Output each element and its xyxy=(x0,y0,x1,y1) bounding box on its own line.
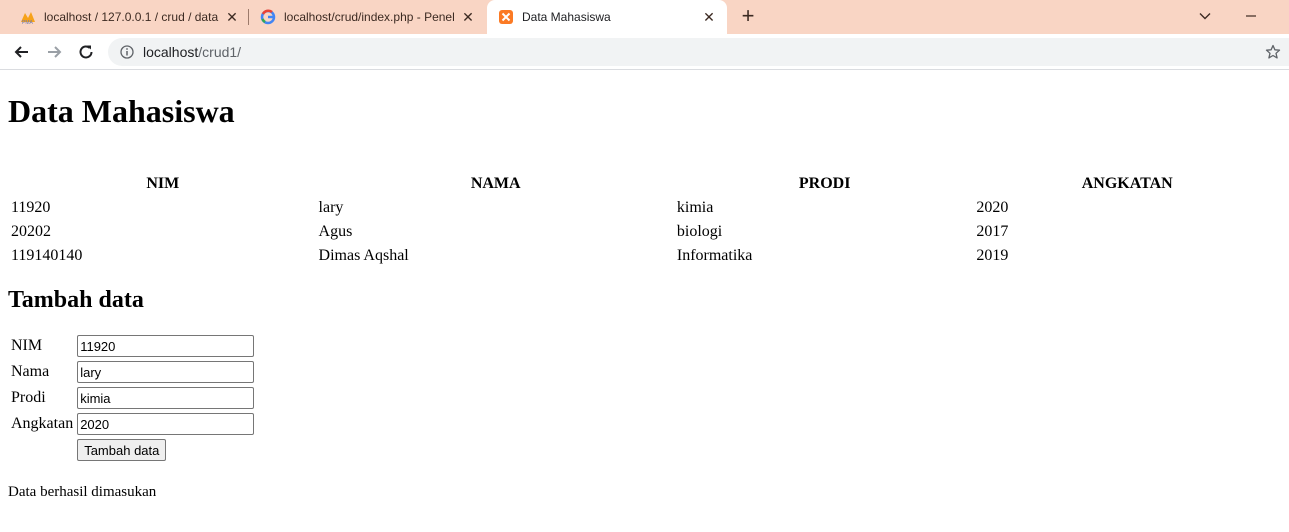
label-nim: NIM xyxy=(11,337,43,354)
column-header-angkatan: ANGKATAN xyxy=(1081,175,1173,192)
close-icon[interactable]: ✕ xyxy=(701,9,717,25)
address-bar[interactable]: localhost/crud1/ xyxy=(108,38,1289,66)
nim-input[interactable] xyxy=(77,335,255,357)
phpmyadmin-icon: PMA xyxy=(20,9,36,25)
tab-title: Data Mahasiswa xyxy=(522,10,611,24)
cell-angkatan: 2017 xyxy=(976,223,1009,240)
info-icon[interactable] xyxy=(119,44,135,60)
cell-nim: 119140140 xyxy=(11,247,83,264)
prodi-input[interactable] xyxy=(77,387,255,409)
tab-phpmyadmin[interactable]: PMA localhost / 127.0.0.1 / crud / data … xyxy=(14,0,246,34)
svg-text:PMA: PMA xyxy=(22,20,34,25)
url-host: localhost xyxy=(143,44,199,60)
cell-nim: 11920 xyxy=(11,199,51,216)
forward-arrow-icon[interactable] xyxy=(42,40,66,64)
label-prodi: Prodi xyxy=(11,389,46,406)
angkatan-input[interactable] xyxy=(77,413,255,435)
google-icon xyxy=(260,9,276,25)
mahasiswa-table: NIM NAMA PRODI ANGKATAN 11920 lary kimia… xyxy=(8,171,1281,269)
cell-nim: 20202 xyxy=(11,223,51,240)
tab-title: localhost / 127.0.0.1 / crud / data xyxy=(44,10,219,24)
nama-input[interactable] xyxy=(77,361,255,383)
reload-icon[interactable] xyxy=(74,40,98,64)
cell-prodi: biologi xyxy=(676,223,723,240)
cell-prodi: Informatika xyxy=(676,247,753,264)
column-header-nama: NAMA xyxy=(470,175,521,192)
cell-nama: Dimas Aqshal xyxy=(318,247,409,264)
tab-strip: PMA localhost / 127.0.0.1 / crud / data … xyxy=(0,0,1289,34)
table-header-row: NIM NAMA PRODI ANGKATAN xyxy=(10,173,1279,195)
label-nama: Nama xyxy=(11,363,50,380)
add-data-form: NIM Nama Prodi Angkatan Tambah data xyxy=(8,332,1281,464)
close-icon[interactable]: ✕ xyxy=(460,9,476,25)
tambah-data-button[interactable]: Tambah data xyxy=(77,439,167,461)
back-arrow-icon[interactable] xyxy=(10,40,34,64)
chevron-down-icon[interactable] xyxy=(1195,6,1215,26)
cell-nama: Agus xyxy=(318,223,353,240)
cell-nama: lary xyxy=(318,199,344,216)
tab-title: localhost/crud/index.php - Penel xyxy=(284,10,455,24)
table-row: 119140140 Dimas Aqshal Informatika 2019 xyxy=(10,245,1279,267)
status-message: Data berhasil dimasukan xyxy=(8,484,157,500)
bookmark-star-icon[interactable] xyxy=(1265,44,1281,60)
column-header-nim: NIM xyxy=(146,175,180,192)
new-tab-plus-icon[interactable]: + xyxy=(738,5,758,27)
form-title: Tambah data xyxy=(8,287,144,313)
label-angkatan: Angkatan xyxy=(11,415,74,432)
cell-angkatan: 2020 xyxy=(976,199,1009,216)
xampp-icon xyxy=(498,9,514,25)
form-layout: NIM Nama Prodi Angkatan Tambah data xyxy=(8,332,257,464)
url-path: /crud1/ xyxy=(198,44,242,60)
page-title: Data Mahasiswa xyxy=(8,93,235,129)
cell-angkatan: 2019 xyxy=(976,247,1009,264)
cell-prodi: kimia xyxy=(676,199,714,216)
tab-crud-index[interactable]: localhost/crud/index.php - Penel ✕ xyxy=(252,0,484,34)
browser-toolbar: localhost/crud1/ xyxy=(0,34,1289,70)
minimize-icon[interactable] xyxy=(1241,6,1261,26)
tab-separator xyxy=(248,9,249,25)
table-row: 20202 Agus biologi 2017 xyxy=(10,221,1279,243)
tab-data-mahasiswa[interactable]: Data Mahasiswa ✕ xyxy=(487,0,727,34)
page-content: Data Mahasiswa NIM NAMA PRODI ANGKATAN 1… xyxy=(0,71,1289,532)
column-header-prodi: PRODI xyxy=(798,175,851,192)
close-icon[interactable]: ✕ xyxy=(224,9,240,25)
table-row: 11920 lary kimia 2020 xyxy=(10,197,1279,219)
